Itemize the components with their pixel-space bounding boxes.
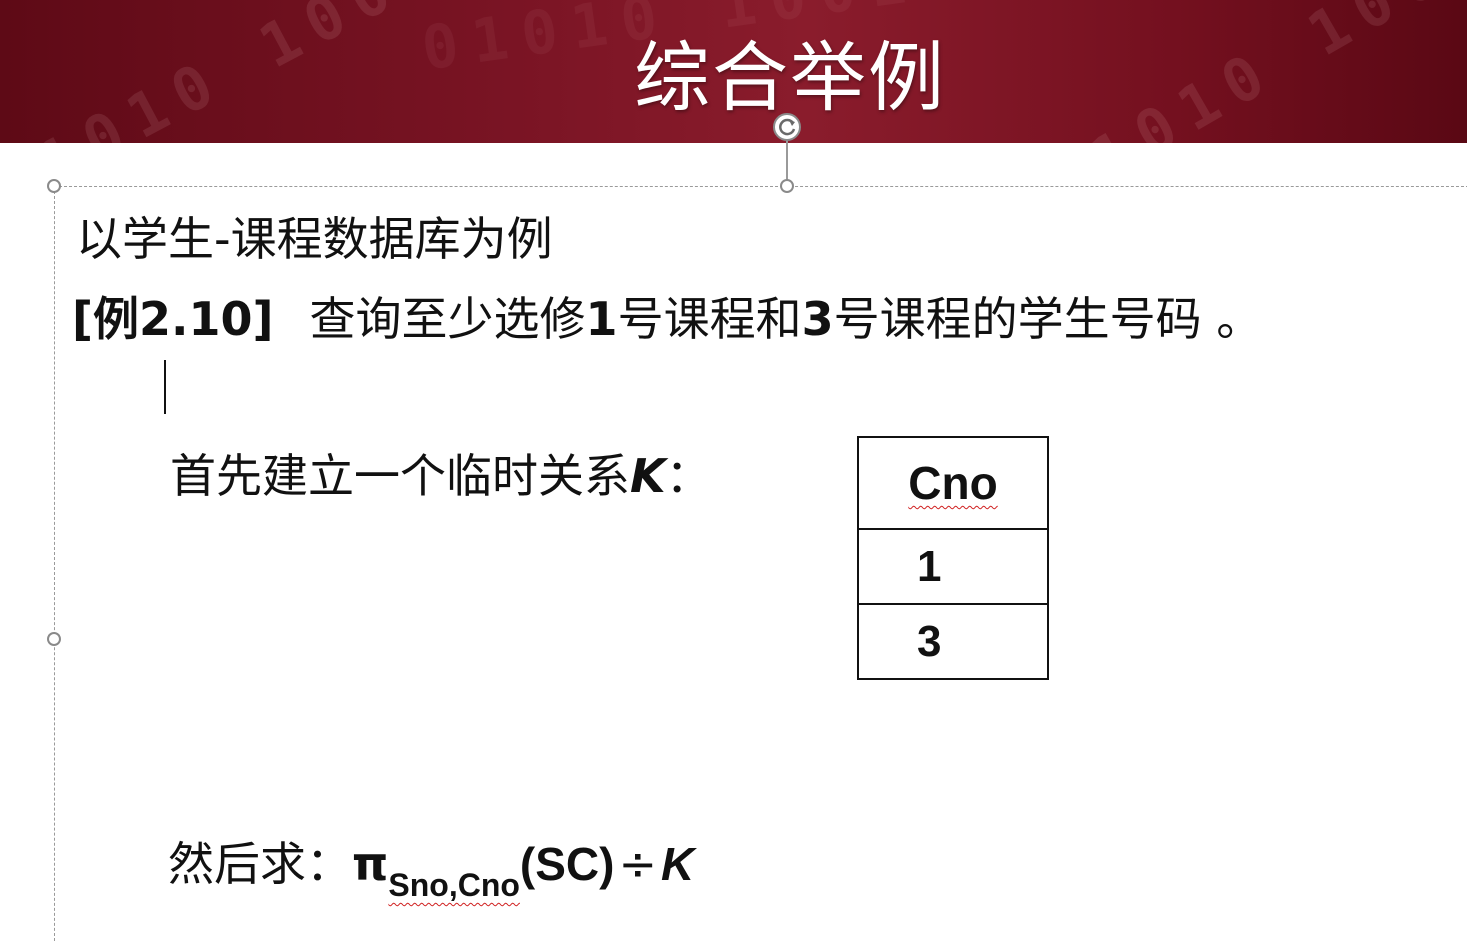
example-line: [例2.10] 查询至少选修1号课程和3号课程的学生号码 。 [72,283,1262,349]
example-text-part2: 号课程和 [617,292,802,346]
formula-line: 然后求：πSno,Cno(SC)÷K [168,828,694,904]
temp-relation-line: 首先建立一个临时关系K： [170,440,712,506]
temp-relation-suffix: ： [665,449,712,503]
slide-title[interactable]: 综合举例 [560,40,1020,116]
course-number-1: 1 [585,292,618,346]
projection-attributes: Sno,Cno [388,867,520,903]
temp-relation-prefix: 首先建立一个临时关系 [170,449,630,503]
resize-handle-top-left[interactable] [47,179,61,193]
banner-binary-pattern: 01010 1001 [1036,0,1467,143]
table-cell[interactable]: 3 [857,603,1049,680]
example-text-part1: 查询至少选修 [309,292,586,346]
formula-divisor: K [661,838,695,890]
course-number-3: 3 [801,292,834,346]
relation-k-table[interactable]: Cno 1 3 [857,436,1049,680]
banner-binary-pattern: 01010 1001 [0,0,458,143]
table-row: 1 [857,528,1049,605]
rotate-handle-stem [786,138,788,182]
table-cell[interactable]: 1 [857,528,1049,605]
projection-symbol: π [352,837,389,891]
division-formula: πSno,Cno(SC)÷K [352,837,695,903]
intro-line: 以学生-课程数据库为例 [76,212,553,266]
table-row: 3 [857,603,1049,680]
resize-handle-middle-left[interactable] [47,632,61,646]
formula-prefix: 然后求： [168,837,352,891]
example-number: [例2.10] [72,292,274,346]
table-header-row: Cno [857,436,1049,530]
division-operator: ÷ [618,837,658,891]
formula-operand: (SC) [519,838,615,890]
text-cursor [164,360,166,414]
resize-handle-top-middle[interactable] [780,179,794,193]
header-cno-text: Cno [908,457,998,509]
title-banner: 01010 1001 01010 1001 01010 1001 综合举例 [0,0,1467,143]
relation-name-k: K [630,449,666,503]
table-header-cno[interactable]: Cno [857,436,1049,530]
rotate-icon[interactable] [772,112,802,142]
example-text-part3: 号课程的学生号码 。 [833,292,1263,346]
